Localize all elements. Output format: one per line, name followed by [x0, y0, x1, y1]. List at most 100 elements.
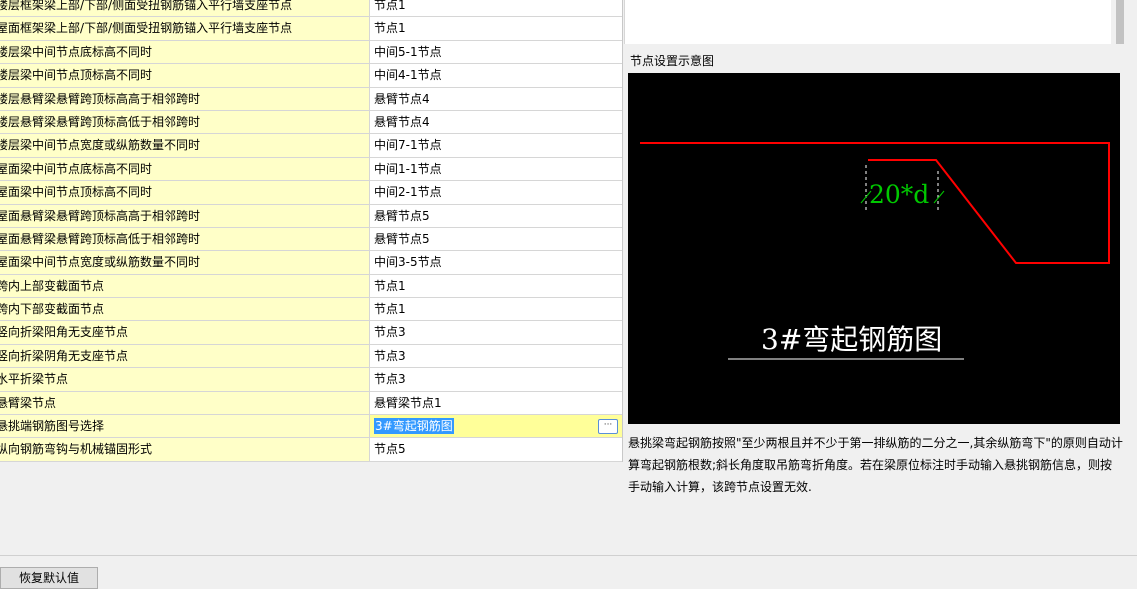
setting-name-cell: 楼层梁中间节点顶标高不同时 — [0, 64, 370, 87]
setting-value: 3#弯起钢筋图 — [374, 418, 454, 435]
table-row[interactable]: 楼层梁中间节点宽度或纵筋数量不同时 中间7-1节点 — [0, 134, 622, 158]
setting-name-cell: 屋面梁中间节点底标高不同时 — [0, 157, 370, 181]
setting-value: 中间5-1节点 — [374, 44, 442, 59]
table-row[interactable]: 跨内上部变截面节点 节点1 — [0, 274, 622, 299]
setting-name-cell: 竖向折梁阴角无支座节点 — [0, 344, 370, 368]
setting-value-cell[interactable]: 悬臂节点4 — [370, 110, 622, 134]
setting-value-cell[interactable]: 中间2-1节点 — [370, 181, 622, 204]
dimension-slash-right — [933, 190, 945, 204]
setting-value: 悬臂节点5 — [374, 208, 430, 223]
setting-value: 节点3 — [374, 325, 406, 340]
setting-value-cell[interactable]: 悬臂节点4 — [370, 87, 622, 110]
setting-value: 节点3 — [374, 348, 406, 363]
setting-name: 水平折梁节点 — [0, 372, 69, 387]
setting-value: 节点1 — [374, 278, 406, 293]
table-row[interactable]: 纵向钢筋弯钩与机械锚固形式 节点5 — [0, 438, 622, 462]
setting-value: 节点1 — [374, 21, 406, 36]
setting-value: 节点5 — [374, 442, 406, 457]
setting-value-cell[interactable]: 节点1 — [370, 274, 622, 298]
setting-name: 悬臂梁节点 — [0, 395, 57, 410]
scrollbar-thumb[interactable] — [1116, 0, 1124, 44]
setting-name-cell: 屋面梁中间节点宽度或纵筋数量不同时 — [0, 251, 370, 274]
setting-name: 屋面梁中间节点宽度或纵筋数量不同时 — [0, 255, 201, 270]
setting-name: 楼层梁中间节点宽度或纵筋数量不同时 — [0, 138, 201, 153]
setting-name-cell: 楼层梁中间节点宽度或纵筋数量不同时 — [0, 134, 370, 157]
table-row[interactable]: 楼层悬臂梁悬臂跨顶标高高于相邻跨时 悬臂节点4 — [0, 87, 622, 111]
setting-name-cell: 屋面梁中间节点顶标高不同时 — [0, 181, 370, 204]
setting-name: 竖向折梁阳角无支座节点 — [0, 325, 129, 340]
setting-value-cell[interactable]: 悬臂梁节点1 — [370, 391, 622, 415]
setting-value: 中间3-5节点 — [374, 255, 442, 270]
table-row[interactable]: 屋面梁中间节点宽度或纵筋数量不同时 中间3-5节点 — [0, 251, 622, 275]
table-row[interactable]: 楼层悬臂梁悬臂跨顶标高低于相邻跨时 悬臂节点4 — [0, 110, 622, 135]
setting-name-cell: 跨内上部变截面节点 — [0, 274, 370, 298]
setting-name: 屋面梁中间节点顶标高不同时 — [0, 185, 153, 200]
table-row[interactable]: 竖向折梁阴角无支座节点 节点3 — [0, 344, 622, 369]
setting-value-cell[interactable]: 节点1 — [370, 298, 622, 321]
setting-value: 中间7-1节点 — [374, 138, 442, 153]
table-row[interactable]: 竖向折梁阳角无支座节点 节点3 — [0, 321, 622, 345]
setting-value: 中间4-1节点 — [374, 68, 442, 83]
setting-value-cell[interactable]: 节点1 — [370, 0, 622, 17]
setting-value-cell[interactable]: 节点3 — [370, 368, 622, 391]
setting-name-cell: 楼层框架梁上部/下部/侧面受扭钢筋锚入平行墙支座节点 — [0, 0, 370, 17]
setting-value-cell[interactable]: 悬臂节点5 — [370, 204, 622, 227]
setting-value-cell[interactable]: 中间7-1节点 — [370, 134, 622, 157]
setting-name: 屋面梁中间节点底标高不同时 — [0, 161, 153, 176]
table-row[interactable]: 水平折梁节点 节点3 — [0, 368, 622, 392]
setting-name-cell: 屋面悬臂梁悬臂跨顶标高高于相邻跨时 — [0, 204, 370, 227]
setting-name: 竖向折梁阴角无支座节点 — [0, 348, 129, 363]
setting-name: 楼层悬臂梁悬臂跨顶标高高于相邻跨时 — [0, 91, 201, 106]
setting-name: 跨内上部变截面节点 — [0, 278, 105, 293]
table-row[interactable]: 屋面梁中间节点底标高不同时 中间1-1节点 — [0, 157, 622, 182]
setting-name-cell: 屋面框架梁上部/下部/侧面受扭钢筋锚入平行墙支座节点 — [0, 17, 370, 40]
setting-name-cell: 楼层梁中间节点底标高不同时 — [0, 40, 370, 64]
setting-value: 中间2-1节点 — [374, 185, 442, 200]
setting-value: 悬臂节点4 — [374, 91, 430, 106]
ellipsis-button[interactable]: ··· — [598, 419, 618, 435]
setting-value-cell[interactable]: 节点3 — [370, 321, 622, 344]
table-row[interactable]: 跨内下部变截面节点 节点1 — [0, 298, 622, 322]
restore-defaults-button[interactable]: 恢复默认值 — [0, 567, 98, 589]
setting-name: 楼层梁中间节点顶标高不同时 — [0, 68, 153, 83]
setting-value: 节点1 — [374, 0, 406, 12]
setting-name: 屋面悬臂梁悬臂跨顶标高高于相邻跨时 — [0, 208, 201, 223]
setting-value: 悬臂节点4 — [374, 114, 430, 129]
setting-name-cell: 悬臂梁节点 — [0, 391, 370, 415]
table-row[interactable]: 悬臂梁节点 悬臂梁节点1 — [0, 391, 622, 416]
setting-value-cell[interactable]: 节点1 — [370, 17, 622, 40]
table-row[interactable]: 楼层梁中间节点顶标高不同时 中间4-1节点 — [0, 64, 622, 88]
setting-name-cell: 悬挑端钢筋图号选择 — [0, 415, 370, 438]
setting-value: 中间1-1节点 — [374, 161, 442, 176]
setting-name-cell: 楼层悬臂梁悬臂跨顶标高低于相邻跨时 — [0, 110, 370, 134]
table-row[interactable]: 悬挑端钢筋图号选择 3#弯起钢筋图 ··· — [0, 415, 622, 439]
scrollbar[interactable] — [1111, 0, 1129, 44]
setting-name: 楼层悬臂梁悬臂跨顶标高低于相邻跨时 — [0, 114, 201, 129]
setting-name-cell: 纵向钢筋弯钩与机械锚固形式 — [0, 438, 370, 461]
setting-value-cell[interactable]: 中间1-1节点 — [370, 157, 622, 181]
table-row[interactable]: 楼层框架梁上部/下部/侧面受扭钢筋锚入平行墙支座节点 节点1 — [0, 0, 622, 18]
setting-name: 楼层框架梁上部/下部/侧面受扭钢筋锚入平行墙支座节点 — [0, 0, 293, 12]
setting-value-cell[interactable]: 节点5 — [370, 438, 622, 461]
setting-value-cell[interactable]: 悬臂节点5 — [370, 227, 622, 251]
preview-title: 节点设置示意图 — [630, 54, 715, 68]
setting-value-cell[interactable]: 中间4-1节点 — [370, 64, 622, 87]
settings-grid: 楼层框架梁上部/下部/侧面受扭钢筋锚入平行墙支座节点 节点1 屋面框架梁上部/下部/… — [0, 0, 623, 462]
setting-value-cell[interactable]: 中间5-1节点 — [370, 40, 622, 64]
setting-name: 楼层梁中间节点底标高不同时 — [0, 44, 153, 59]
setting-value-cell[interactable]: 中间3-5节点 — [370, 251, 622, 274]
diagram-caption: 3#弯起钢筋图 — [761, 323, 942, 356]
setting-value: 节点3 — [374, 372, 406, 387]
table-row[interactable]: 楼层梁中间节点底标高不同时 中间5-1节点 — [0, 40, 622, 65]
table-row[interactable]: 屋面悬臂梁悬臂跨顶标高高于相邻跨时 悬臂节点5 — [0, 204, 622, 228]
table-row[interactable]: 屋面悬臂梁悬臂跨顶标高低于相邻跨时 悬臂节点5 — [0, 227, 622, 252]
node-diagram: 20*d 3#弯起钢筋图 — [628, 73, 1120, 424]
setting-value: 节点1 — [374, 302, 406, 317]
setting-name: 跨内下部变截面节点 — [0, 302, 105, 317]
table-row[interactable]: 屋面梁中间节点顶标高不同时 中间2-1节点 — [0, 181, 622, 205]
setting-name-cell: 跨内下部变截面节点 — [0, 298, 370, 321]
setting-value-cell[interactable]: 3#弯起钢筋图 ··· — [370, 415, 622, 438]
divider — [0, 555, 1137, 556]
setting-value-cell[interactable]: 节点3 — [370, 344, 622, 368]
table-row[interactable]: 屋面框架梁上部/下部/侧面受扭钢筋锚入平行墙支座节点 节点1 — [0, 17, 622, 41]
